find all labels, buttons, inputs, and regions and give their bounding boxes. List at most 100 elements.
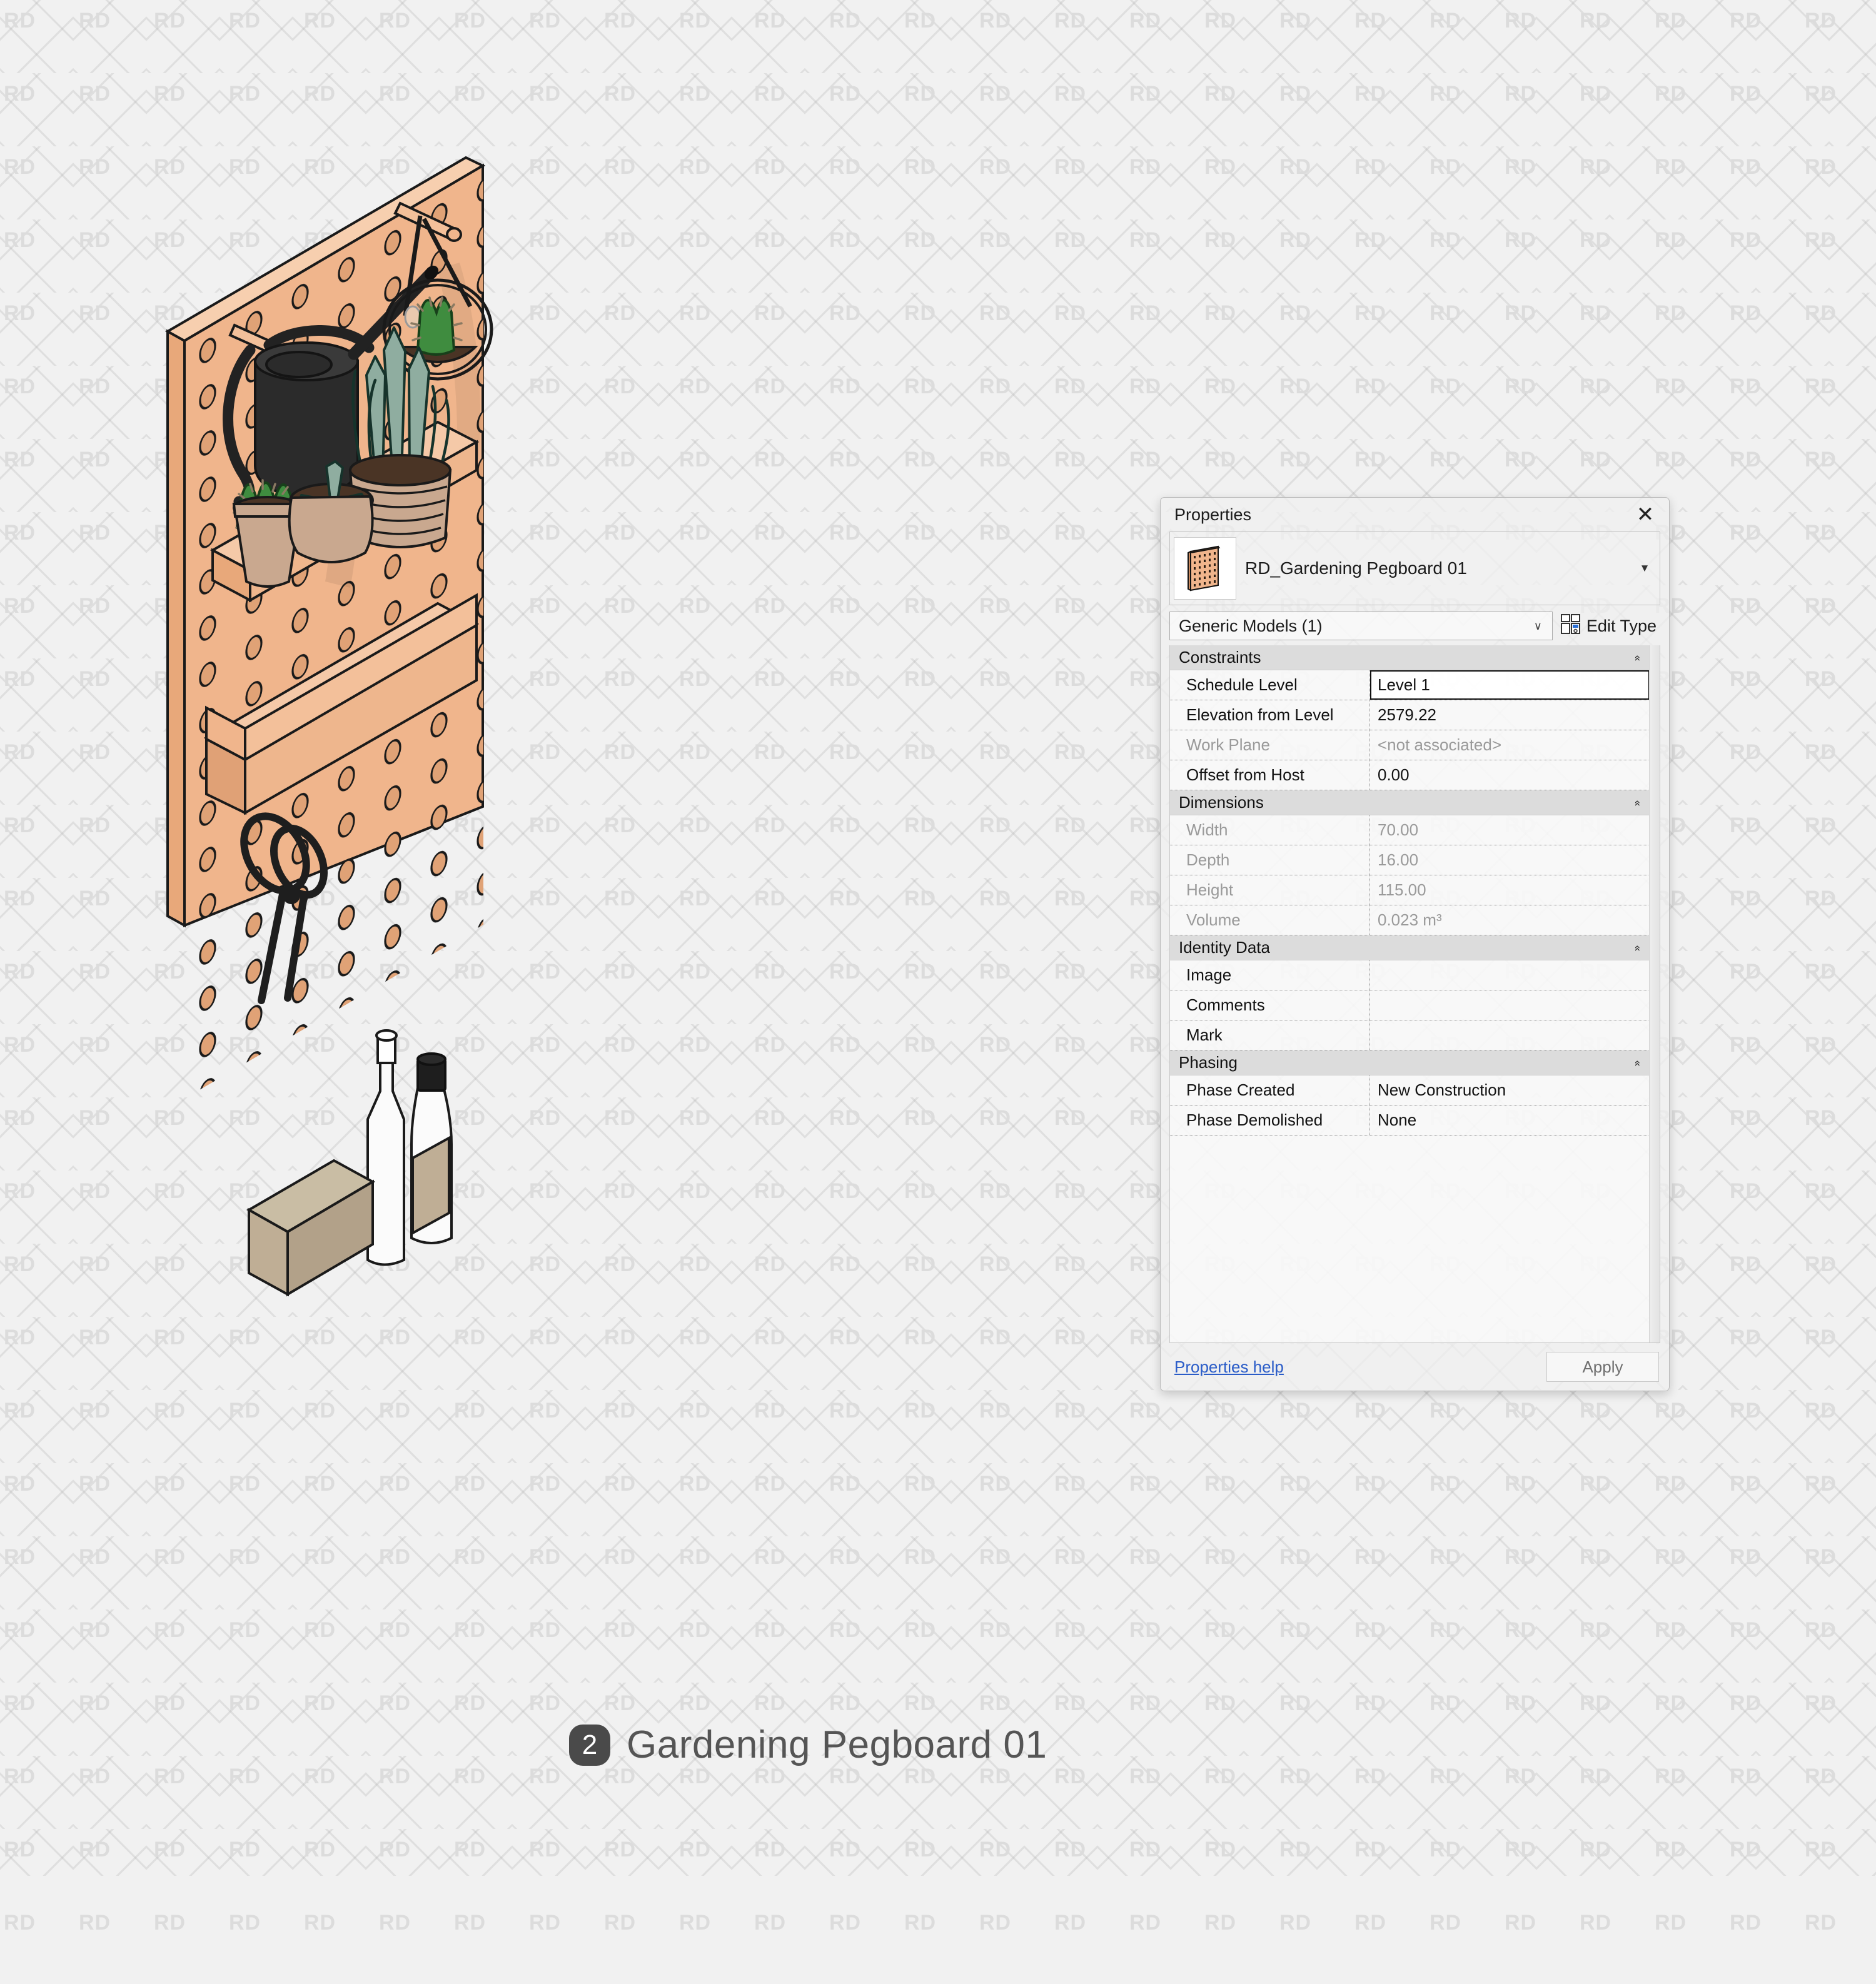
watermark-label: RD: [1279, 1911, 1312, 1935]
watermark-label: RD: [904, 1911, 937, 1935]
property-key: Width: [1170, 815, 1370, 845]
watermark-label: RD: [304, 1911, 336, 1935]
watermark-label: RD: [1580, 1911, 1612, 1935]
watermark-label: RD: [679, 1911, 712, 1935]
watermark-label: RD: [1655, 1911, 1687, 1935]
watermark-label: RD: [1054, 1911, 1087, 1935]
watermark-label: RD: [754, 1911, 787, 1935]
type-selector[interactable]: RD_Gardening Pegboard 01 ▼: [1169, 531, 1660, 605]
property-key: Image: [1170, 960, 1370, 990]
property-row[interactable]: Comments: [1170, 990, 1660, 1020]
property-value[interactable]: 115.00: [1370, 875, 1650, 905]
properties-footer: Properties help Apply: [1161, 1343, 1669, 1391]
property-key: Elevation from Level: [1170, 700, 1370, 730]
property-key: Offset from Host: [1170, 760, 1370, 790]
property-group-header[interactable]: Constraints «: [1170, 645, 1660, 670]
edit-type-label: Edit Type: [1586, 616, 1657, 635]
watermark-label: RD: [1805, 1911, 1837, 1935]
watermark-label: RD: [1730, 1911, 1762, 1935]
property-value[interactable]: Level 1: [1370, 670, 1650, 700]
property-value[interactable]: None: [1370, 1105, 1650, 1135]
property-key: Schedule Level: [1170, 670, 1370, 700]
property-row[interactable]: Height 115.00: [1170, 875, 1660, 905]
pegboard-illustration: [164, 156, 493, 1297]
watermark-label: RD: [604, 1911, 637, 1935]
properties-titlebar: Properties ✕: [1161, 498, 1669, 531]
property-row[interactable]: Image: [1170, 960, 1660, 990]
property-group-header[interactable]: Dimensions «: [1170, 790, 1660, 815]
watermark-label: RD: [1129, 1911, 1162, 1935]
properties-title-label: Properties: [1174, 505, 1252, 524]
collapse-icon[interactable]: «: [1632, 1060, 1644, 1065]
property-key: Comments: [1170, 990, 1370, 1020]
property-row[interactable]: Elevation from Level 2579.22: [1170, 700, 1660, 730]
collapse-icon[interactable]: «: [1632, 945, 1644, 950]
wooden-box: [246, 1159, 376, 1297]
type-name-label: RD_Gardening Pegboard 01: [1245, 558, 1467, 578]
property-key: Height: [1170, 875, 1370, 905]
property-key: Volume: [1170, 905, 1370, 935]
property-row[interactable]: Depth 16.00: [1170, 845, 1660, 875]
edit-type-button[interactable]: Edit Type: [1559, 613, 1660, 639]
collapse-icon[interactable]: «: [1632, 800, 1644, 805]
property-row[interactable]: Offset from Host 0.00: [1170, 760, 1660, 790]
property-value[interactable]: <not associated>: [1370, 730, 1650, 760]
property-group-label: Constraints: [1179, 648, 1261, 667]
property-key: Mark: [1170, 1020, 1370, 1050]
property-row[interactable]: Phase Created New Construction: [1170, 1075, 1660, 1105]
property-value[interactable]: 16.00: [1370, 845, 1650, 875]
property-value[interactable]: 0.00: [1370, 760, 1650, 790]
property-group-header[interactable]: Phasing «: [1170, 1050, 1660, 1075]
apply-button[interactable]: Apply: [1546, 1352, 1659, 1382]
property-group-label: Identity Data: [1179, 938, 1270, 957]
properties-table: Constraints « Schedule Level Level 1 Elevati…: [1169, 645, 1660, 1343]
watermark-label: RD: [529, 1911, 562, 1935]
watermark-label: RD: [154, 1911, 186, 1935]
watermark-label: RD: [1204, 1911, 1237, 1935]
property-row[interactable]: Phase Demolished None: [1170, 1105, 1660, 1136]
property-row[interactable]: Schedule Level Level 1: [1170, 670, 1660, 700]
property-key: Depth: [1170, 845, 1370, 875]
spray-bottle: [410, 1052, 453, 1244]
property-value[interactable]: New Construction: [1370, 1075, 1650, 1105]
properties-scrollbar[interactable]: [1649, 645, 1660, 1342]
watermark-label: RD: [1354, 1911, 1387, 1935]
edit-type-icon: [1560, 613, 1581, 639]
watermark-label: RD: [829, 1911, 862, 1935]
category-combobox[interactable]: Generic Models (1) ∨: [1169, 612, 1553, 640]
property-value[interactable]: 70.00: [1370, 815, 1650, 845]
watermark-label: RD: [979, 1911, 1012, 1935]
property-row[interactable]: Mark: [1170, 1020, 1660, 1050]
watermark-label: RD: [79, 1911, 111, 1935]
category-row: Generic Models (1) ∨ Edit Type: [1169, 610, 1660, 642]
chevron-down-icon: ∨: [1533, 619, 1542, 632]
caption-badge: 2: [569, 1724, 610, 1766]
property-key: Phase Demolished: [1170, 1105, 1370, 1135]
figure-caption: 2 Gardening Pegboard 01: [569, 1723, 1047, 1767]
property-group-header[interactable]: Identity Data «: [1170, 935, 1660, 960]
property-row[interactable]: Volume 0.023 m³: [1170, 905, 1660, 935]
property-value[interactable]: [1370, 960, 1650, 990]
category-value: Generic Models (1): [1179, 616, 1323, 635]
property-group-label: Dimensions: [1179, 793, 1264, 812]
watermark-label: RD: [1505, 1911, 1537, 1935]
properties-help-link[interactable]: Properties help: [1174, 1357, 1284, 1377]
type-thumbnail-icon: [1174, 537, 1236, 600]
property-value[interactable]: [1370, 990, 1650, 1020]
property-group-label: Phasing: [1179, 1053, 1238, 1072]
property-value[interactable]: 0.023 m³: [1370, 905, 1650, 935]
property-row[interactable]: Width 70.00: [1170, 815, 1660, 845]
collapse-icon[interactable]: «: [1632, 655, 1644, 660]
properties-palette: Properties ✕ RD_Gardening Pegboard 01 ▼: [1160, 497, 1670, 1391]
property-key: Phase Created: [1170, 1075, 1370, 1105]
watermark-label: RD: [229, 1911, 261, 1935]
watermark-label: RD: [4, 1911, 36, 1935]
watermark-label: RD: [1430, 1911, 1462, 1935]
property-key: Work Plane: [1170, 730, 1370, 760]
property-row[interactable]: Work Plane <not associated>: [1170, 730, 1660, 760]
close-icon[interactable]: ✕: [1631, 501, 1659, 528]
property-value[interactable]: [1370, 1020, 1650, 1050]
chevron-down-icon[interactable]: ▼: [1630, 562, 1660, 575]
caption-title: Gardening Pegboard 01: [627, 1723, 1047, 1766]
property-value[interactable]: 2579.22: [1370, 700, 1650, 730]
